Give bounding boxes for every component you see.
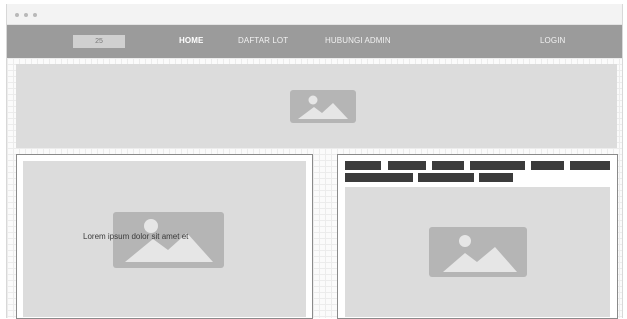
maximize-window-dot-icon[interactable] (33, 13, 37, 17)
redacted-text-bar (345, 173, 413, 182)
logo-text: 25 (95, 38, 103, 45)
close-window-dot-icon[interactable] (15, 13, 19, 17)
redacted-text-bar (345, 161, 381, 170)
redacted-text-bar (531, 161, 564, 170)
nav-link-daftar-lot[interactable]: DAFTAR LOT (238, 36, 288, 45)
top-navbar: 25 HOME DAFTAR LOT HUBUNGI ADMIN LOGIN (7, 25, 622, 58)
redacted-text-bar (570, 161, 610, 170)
left-card-image-area: Lorem ipsum dolor sit amet et (23, 161, 306, 317)
login-link[interactable]: LOGIN (540, 36, 565, 45)
image-placeholder-icon (429, 227, 527, 277)
right-content-card (337, 154, 618, 319)
redacted-text-bar (470, 161, 525, 170)
redacted-text-bar (479, 173, 513, 182)
left-content-card: Lorem ipsum dolor sit amet et (16, 154, 313, 319)
nav-link-hubungi-admin[interactable]: HUBUNGI ADMIN (325, 36, 391, 45)
redacted-text-bar (388, 161, 426, 170)
nav-link-home[interactable]: HOME (179, 36, 203, 45)
image-placeholder-icon (290, 90, 356, 123)
redacted-text-bar (418, 173, 474, 182)
logo[interactable]: 25 (73, 35, 125, 48)
hero-banner-placeholder (16, 64, 617, 148)
left-card-caption: Lorem ipsum dolor sit amet et (83, 232, 189, 241)
minimize-window-dot-icon[interactable] (24, 13, 28, 17)
redacted-text-bar (432, 161, 464, 170)
right-card-image-area (345, 187, 610, 317)
window-titlebar (7, 4, 622, 25)
